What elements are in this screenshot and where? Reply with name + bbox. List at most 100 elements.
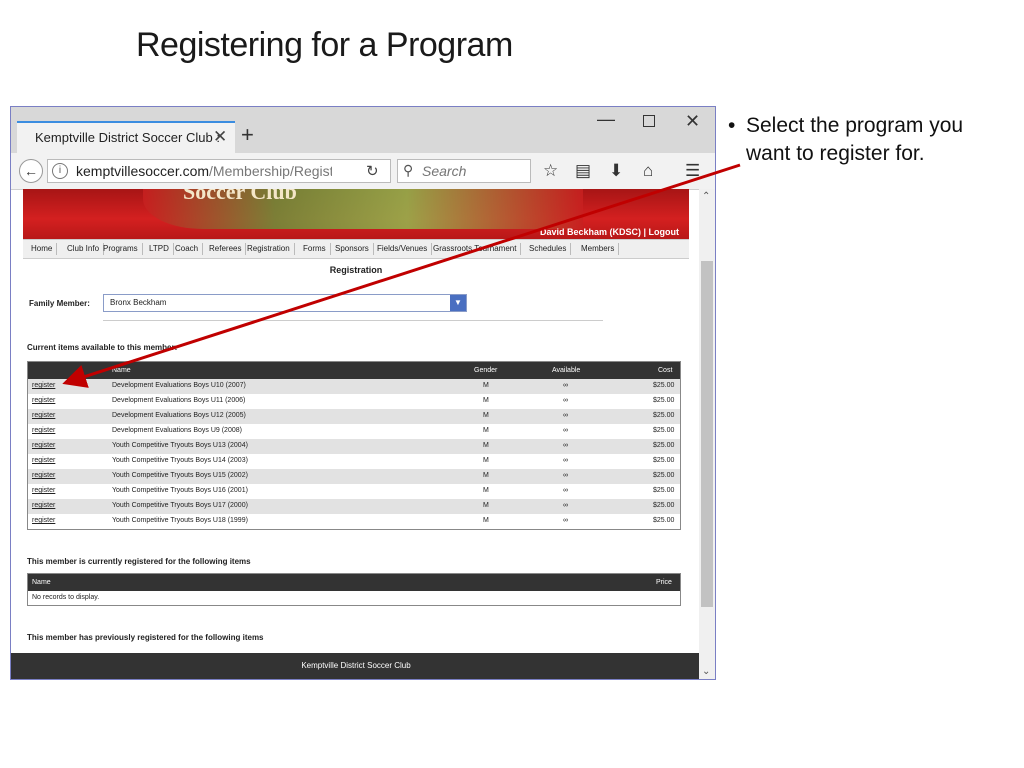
register-link[interactable]: register [32,442,55,449]
home-icon[interactable]: ⌂ [643,161,653,181]
program-name: Development Evaluations Boys U9 (2008) [112,427,242,434]
cost-cell: $25.00 [653,517,675,524]
available-cell: ∞ [563,472,568,479]
program-name: Youth Competitive Tryouts Boys U13 (2004… [112,442,248,449]
scroll-down-icon[interactable]: ⌄ [702,666,710,677]
window-close-icon[interactable]: ✕ [685,111,700,132]
search-input[interactable] [422,162,522,180]
cost-cell: $25.00 [653,427,675,434]
family-member-value: Bronx Beckham [110,298,167,307]
menu-item[interactable]: Programs [99,243,143,255]
registered-items-table: Name Price No records to display. [27,573,681,606]
menu-item[interactable]: Grassroots Tournament [429,243,522,255]
available-cell: ∞ [563,502,568,509]
search-box[interactable]: ⚲ [397,159,531,183]
table-row: register Development Evaluations Boys U10… [28,379,680,394]
program-name: Youth Competitive Tryouts Boys U15 (2002… [112,472,248,479]
register-link[interactable]: register [32,487,55,494]
register-link[interactable]: register [32,382,55,389]
program-name: Development Evaluations Boys U10 (2007) [112,382,246,389]
page-heading: Registration [329,265,383,275]
gender-cell: M [483,382,489,389]
browser-tab[interactable]: Kemptville District Soccer Club : ✕ [17,121,235,153]
user-bar[interactable]: David Beckham (KDSC) | Logout [540,227,679,237]
divider [103,320,603,321]
gender-cell: M [483,517,489,524]
vertical-scrollbar[interactable]: ⌃ ⌄ [699,189,715,679]
scroll-thumb[interactable] [701,261,713,607]
cost-cell: $25.00 [653,502,675,509]
browser-window: Kemptville District Soccer Club : ✕ + — … [10,106,716,680]
register-link[interactable]: register [32,427,55,434]
menu-item[interactable]: Members [577,243,620,255]
menu-icon[interactable]: ☰ [685,161,700,181]
cost-cell: $25.00 [653,457,675,464]
register-link[interactable]: register [32,472,55,479]
family-member-select[interactable]: Bronx Beckham ▼ [103,294,467,312]
available-cell: ∞ [563,397,568,404]
back-arrow-icon[interactable]: ← [19,159,43,183]
available-cell: ∞ [563,412,568,419]
header-cost: Cost [658,367,673,374]
bullet-dot: • [728,114,736,137]
banner-logo-text: Soccer Club [183,189,297,204]
menu-item[interactable]: Sponsors [331,243,374,255]
table-header: Name Gender Available Cost [28,362,680,379]
menu-item[interactable]: Registration [243,243,295,255]
available-cell: ∞ [563,442,568,449]
header-price: Price [656,579,672,586]
dropdown-arrow-icon[interactable]: ▼ [450,295,466,311]
bullet-point: • Select the program you want to registe… [728,112,1008,168]
table-row: register Youth Competitive Tryouts Boys U… [28,484,680,499]
table-row: register Development Evaluations Boys U11… [28,394,680,409]
table-row: register Youth Competitive Tryouts Boys U… [28,514,680,529]
table-row: register Youth Competitive Tryouts Boys U… [28,439,680,454]
register-link[interactable]: register [32,502,55,509]
available-cell: ∞ [563,457,568,464]
menu-item[interactable]: Club Info [63,243,105,255]
slide-title: Registering for a Program [136,26,513,64]
maximize-icon[interactable] [643,115,655,127]
gender-cell: M [483,397,489,404]
cost-cell: $25.00 [653,472,675,479]
menu-item[interactable]: Coach [171,243,204,255]
available-cell: ∞ [563,517,568,524]
close-tab-icon[interactable]: ✕ [213,127,227,147]
cost-cell: $25.00 [653,442,675,449]
register-link[interactable]: register [32,412,55,419]
bookmark-star-icon[interactable]: ☆ [543,161,558,181]
header-name: Name [32,579,51,586]
menu-item[interactable]: Referees [205,243,247,255]
url-path: /Membership/Registe [209,163,332,179]
web-page: Soccer Club David Beckham (KDSC) | Logou… [23,189,689,653]
register-link[interactable]: register [32,457,55,464]
info-icon[interactable]: i [52,163,68,179]
current-items-table: Name Gender Available Cost register Devel… [27,361,681,530]
reload-icon[interactable]: ↻ [366,162,379,180]
menu-item[interactable]: Home [27,243,58,255]
menu-item[interactable]: LTPD [145,243,174,255]
header-gender: Gender [474,367,498,374]
new-tab-button[interactable]: + [241,124,254,146]
family-member-label: Family Member: [29,299,90,308]
header-name: Name [112,367,131,374]
gender-cell: M [483,487,489,494]
table-header: Name Price [28,574,680,591]
gender-cell: M [483,472,489,479]
gender-cell: M [483,427,489,434]
menu-item[interactable]: Forms [299,243,331,255]
available-cell: ∞ [563,487,568,494]
gender-cell: M [483,442,489,449]
register-link[interactable]: register [32,397,55,404]
scroll-up-icon[interactable]: ⌃ [702,191,710,202]
program-name: Development Evaluations Boys U12 (2005) [112,412,246,419]
minimize-icon[interactable]: — [597,109,615,130]
menu-item[interactable]: Fields/Venues [373,243,433,255]
site-menu: Home Club Info Programs LTPD Coach Referees Re… [23,239,689,259]
menu-item[interactable]: Schedules [525,243,572,255]
download-icon[interactable]: ⬇ [609,161,623,181]
register-link[interactable]: register [32,517,55,524]
reading-list-icon[interactable]: ▤ [575,161,591,181]
address-bar[interactable]: i kemptvillesoccer.com/Membership/Regist… [47,159,391,183]
url-text: kemptvillesoccer.com/Membership/Registe [76,163,332,179]
